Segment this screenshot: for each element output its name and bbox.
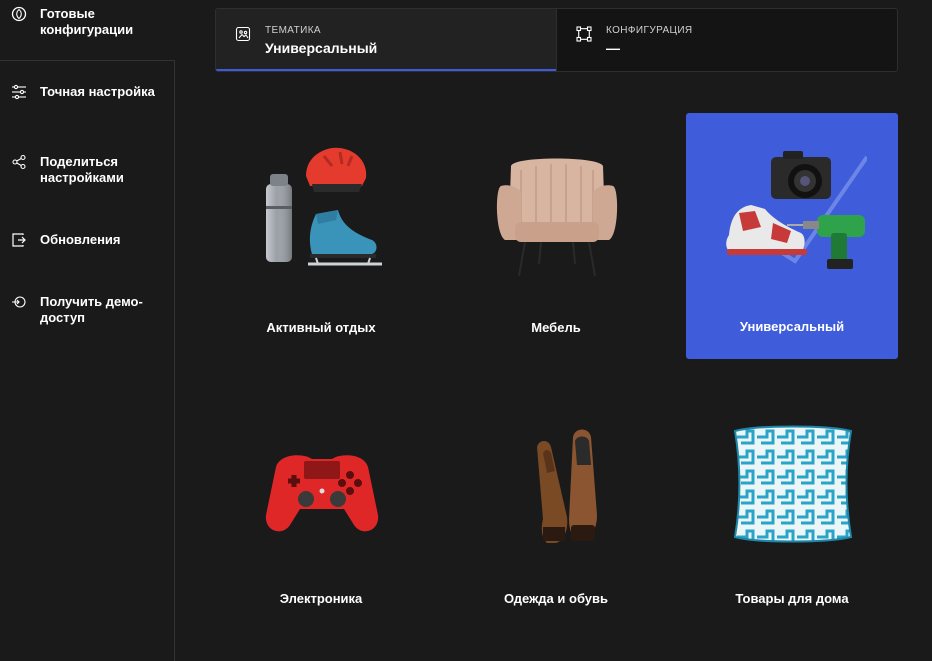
theme-card-label: Активный отдых	[266, 320, 376, 335]
theme-card-home-goods[interactable]: Товары для дома	[686, 385, 898, 631]
sidebar-menu	[0, 61, 175, 661]
theme-card-label: Товары для дома	[735, 591, 849, 606]
sidebar-item-updates[interactable]: Обновления	[0, 232, 175, 249]
sidebar-item-label: Поделиться настройками	[40, 154, 124, 185]
tab-configuration[interactable]: КОНФИГУРАЦИЯ —	[556, 9, 897, 71]
sidebar: Готовые конфигурации Точная настройка По…	[0, 0, 175, 661]
tab-label: КОНФИГУРАЦИЯ	[606, 25, 693, 36]
theme-card-electronics[interactable]: Электроника	[215, 385, 427, 631]
sidebar-item-share-settings[interactable]: Поделиться настройками	[0, 154, 175, 186]
sidebar-item-ready-configs[interactable]: Готовые конфигурации	[0, 6, 175, 38]
tab-label: ТЕМАТИКА	[265, 25, 321, 36]
theme-card-furniture[interactable]: Мебель	[450, 114, 662, 360]
sidebar-item-label: Точная настройка	[40, 84, 155, 99]
theme-card-label: Универсальный	[739, 319, 845, 334]
outdoor-gear-image	[246, 136, 396, 276]
sidebar-item-demo-access[interactable]: Получить демо-доступ	[0, 294, 175, 326]
theme-card-label: Одежда и обувь	[503, 591, 609, 606]
theme-card-label: Мебель	[531, 320, 581, 335]
pillow-image	[717, 407, 867, 547]
nodes-icon	[576, 26, 594, 44]
universal-products-image	[717, 135, 869, 275]
palette-icon	[235, 26, 253, 44]
share-icon	[10, 153, 28, 171]
config-header: ТЕМАТИКА Универсальный КОНФИГУРАЦИЯ —	[215, 8, 898, 72]
leaf-circle-icon	[10, 5, 28, 23]
shoes-image	[481, 407, 631, 547]
sidebar-item-label: Готовые конфигурации	[40, 6, 134, 37]
demo-access-icon	[10, 293, 28, 311]
theme-card-universal[interactable]: Универсальный	[686, 113, 898, 359]
tab-value: Универсальный	[265, 40, 378, 56]
theme-card-label: Электроника	[279, 591, 363, 606]
sidebar-item-label: Получить демо-доступ	[40, 294, 143, 325]
gamepad-image	[246, 407, 396, 547]
theme-card-clothes-shoes[interactable]: Одежда и обувь	[450, 385, 662, 631]
sliders-icon	[10, 83, 28, 101]
tab-value: —	[606, 40, 620, 56]
sidebar-item-label: Обновления	[40, 232, 121, 247]
theme-card-active-rest[interactable]: Активный отдых	[215, 114, 427, 360]
armchair-image	[481, 136, 631, 277]
sidebar-item-fine-tuning[interactable]: Точная настройка	[0, 84, 175, 101]
tab-theme[interactable]: ТЕМАТИКА Универсальный	[216, 9, 556, 71]
update-exit-icon	[10, 231, 28, 249]
